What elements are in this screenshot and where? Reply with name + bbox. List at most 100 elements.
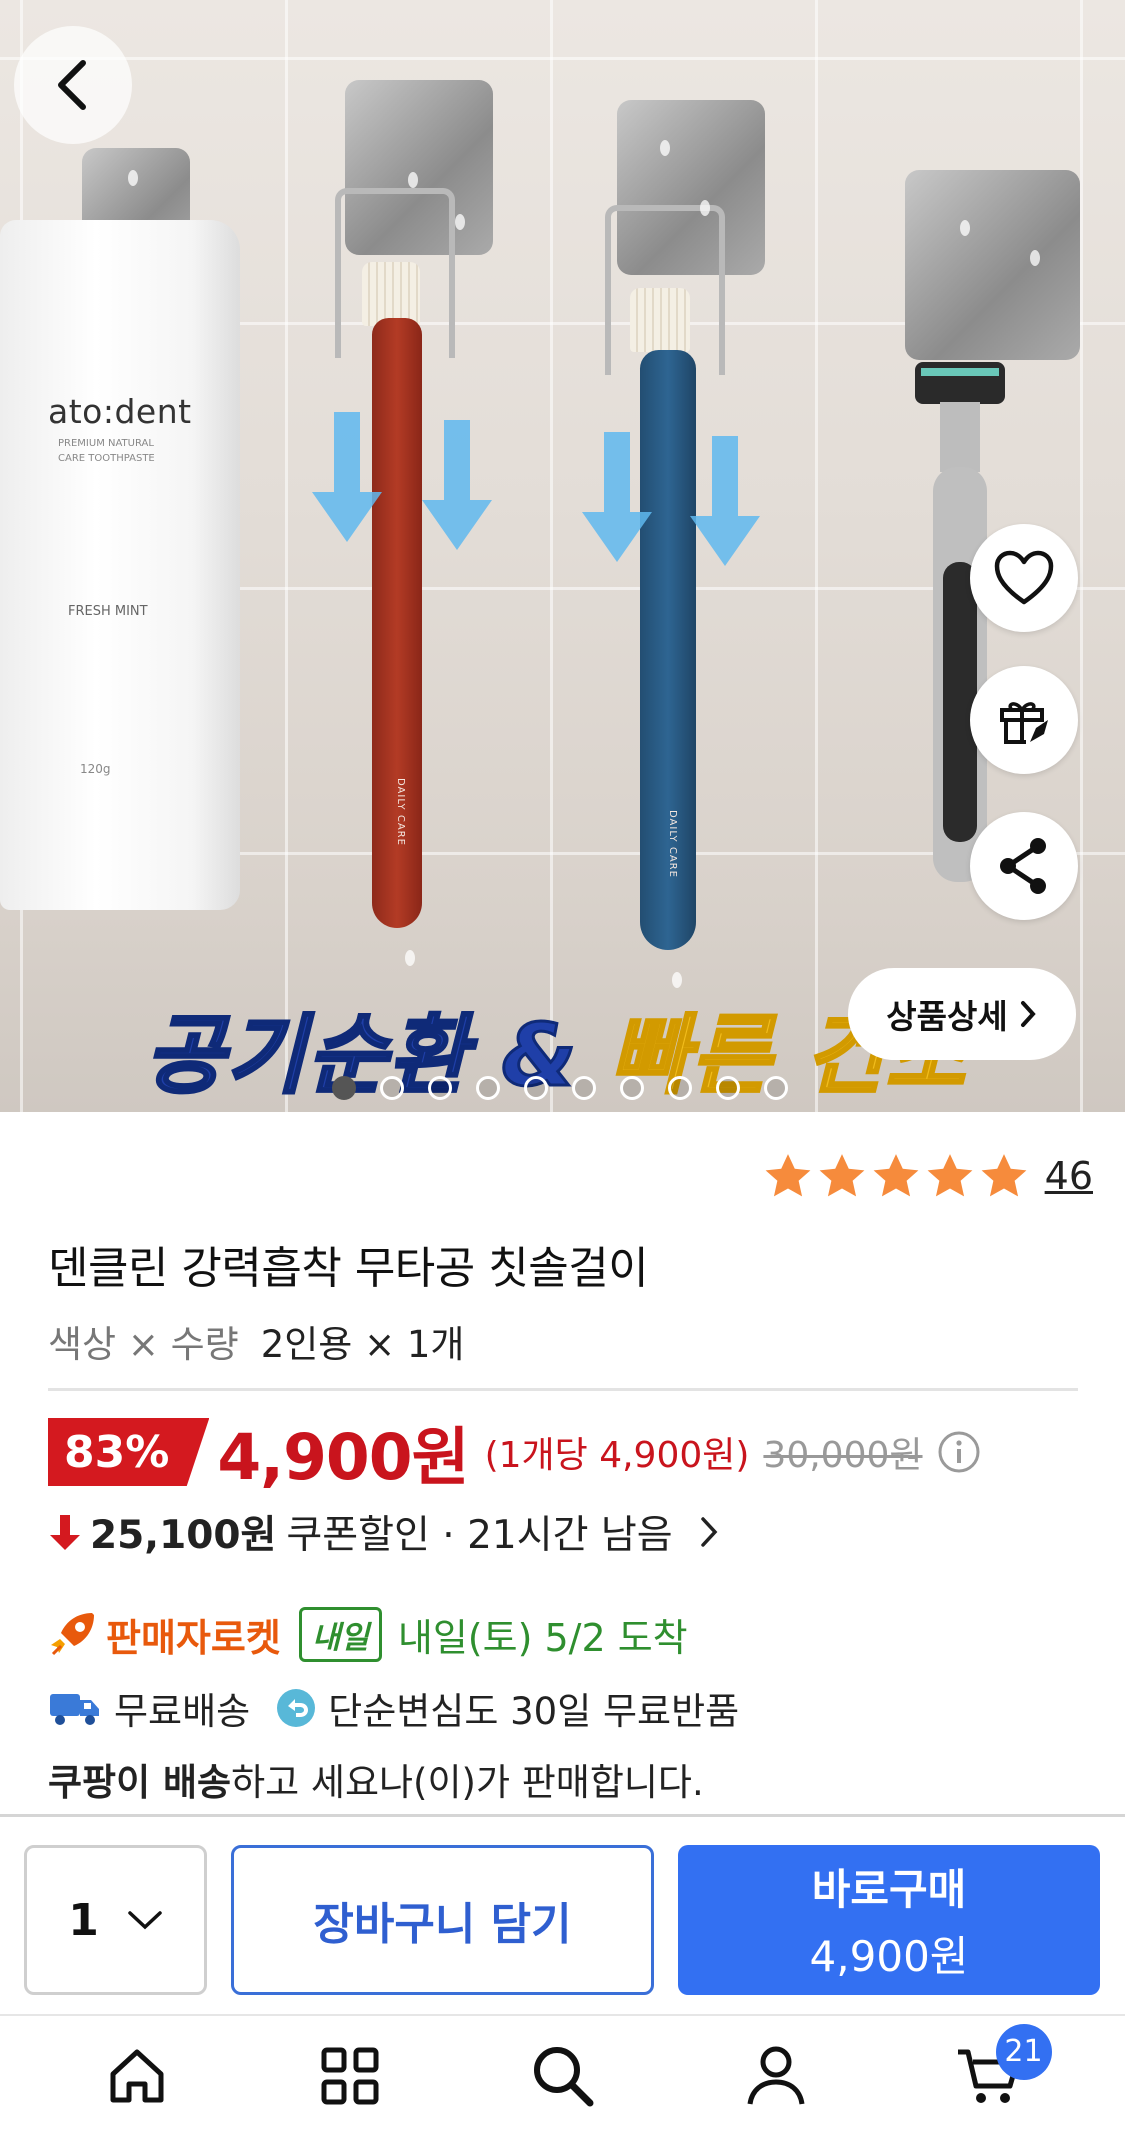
tab-cart[interactable]: 21: [934, 2023, 1052, 2126]
share-button[interactable]: [970, 812, 1078, 920]
info-icon[interactable]: [937, 1430, 981, 1474]
delivery-row: 판매자로켓 내일 내일(토) 5/2 도착: [48, 1604, 688, 1664]
wishlist-button[interactable]: [970, 524, 1078, 632]
user-icon: [747, 2046, 804, 2105]
option-label: 색상 × 수량: [48, 1323, 239, 1366]
chevron-down-icon: [128, 1911, 162, 1930]
water-drop: [405, 950, 415, 966]
tab-search[interactable]: [508, 2026, 618, 2126]
purchase-bar: 1 장바구니 담기 바로구매 4,900원: [0, 1814, 1125, 2016]
discount-badge: 83%: [48, 1418, 210, 1486]
razor: [915, 362, 1005, 882]
product-detail-label: 상품상세: [886, 997, 1008, 1036]
carousel-dot[interactable]: [668, 1076, 692, 1100]
gift-rocket-icon: [1000, 702, 1048, 744]
tab-home[interactable]: [82, 2026, 192, 2126]
bottom-tab-bar: 21: [0, 2018, 1125, 2133]
product-detail-button[interactable]: 상품상세: [848, 968, 1076, 1060]
adhesive-pad: [905, 170, 1080, 360]
rating[interactable]: 46: [763, 1152, 1093, 1200]
seller-rocket-label: 판매자로켓: [106, 1615, 281, 1660]
gift-button[interactable]: [970, 666, 1078, 774]
truck-icon: [50, 1694, 99, 1725]
water-drop: [408, 172, 418, 188]
review-count[interactable]: 46: [1045, 1154, 1093, 1198]
sale-price: 4,900원: [217, 1420, 469, 1494]
carousel-dot[interactable]: [476, 1076, 500, 1100]
buy-now-price: 4,900원: [809, 1932, 969, 1981]
tab-category[interactable]: [295, 2026, 405, 2126]
product-image-carousel[interactable]: ato:dent PREMIUM NATURAL CARE TOOTHPASTE…: [0, 0, 1125, 1112]
home-icon: [110, 2049, 163, 2102]
carousel-dot[interactable]: [332, 1076, 356, 1100]
buy-now-label: 바로구매: [811, 1865, 967, 1914]
tube-weight: 120g: [80, 762, 111, 776]
unit-price: (1개당 4,900원): [484, 1435, 750, 1476]
toothpaste-tube: [0, 220, 240, 910]
quantity-select[interactable]: 1: [24, 1845, 207, 1995]
down-arrow-icon: [690, 436, 760, 566]
category-icon: [321, 2047, 378, 2104]
water-drop: [128, 170, 138, 186]
option-selector[interactable]: 색상 × 수량 2인용 × 1개: [48, 1314, 464, 1368]
seller-info: 쿠팡이 배송하고 세요나(이)가 판매합니다.: [48, 1752, 704, 1806]
heart-icon: [994, 550, 1054, 605]
star-icon: [981, 1154, 1027, 1197]
divider: [48, 1388, 1078, 1391]
arrival-date: 내일(토) 5/2 도착: [397, 1615, 688, 1660]
free-return: 단순변심도 30일 무료반품: [328, 1690, 740, 1733]
tomorrow-badge: 내일: [298, 1606, 382, 1662]
chevron-right-icon: [700, 1517, 718, 1547]
carousel-dot[interactable]: [380, 1076, 404, 1100]
search-icon: [533, 2046, 593, 2106]
brush-label: DAILY CARE: [395, 778, 406, 846]
water-drop: [700, 200, 710, 216]
product-page: ato:dent PREMIUM NATURAL CARE TOOTHPASTE…: [0, 0, 1125, 2133]
original-price: 30,000원: [763, 1435, 923, 1476]
water-drop: [1030, 250, 1040, 266]
price-row: 83% 4,900원 (1개당 4,900원) 30,000원: [48, 1416, 981, 1494]
carousel-dot[interactable]: [524, 1076, 548, 1100]
star-rating: [763, 1152, 1029, 1200]
star-icon: [927, 1154, 973, 1197]
tube-brand: ato:dent: [48, 392, 192, 431]
down-arrow-icon: [422, 420, 492, 550]
benefits-row: 무료배송 단순변심도 30일 무료반품: [48, 1680, 739, 1736]
chevron-right-icon: [1020, 1001, 1036, 1027]
down-arrow-icon: [50, 1515, 80, 1550]
down-arrow-icon: [312, 412, 382, 542]
free-shipping: 무료배송: [114, 1690, 251, 1733]
carousel-dot[interactable]: [620, 1076, 644, 1100]
brush-label: DAILY CARE: [667, 810, 678, 878]
tube-subtitle: PREMIUM NATURAL CARE TOOTHPASTE: [58, 438, 155, 464]
brush-bristles: [630, 288, 690, 352]
cart-count-badge: 21: [995, 2023, 1052, 2080]
star-icon: [765, 1154, 811, 1197]
water-drop: [660, 140, 670, 156]
coupon-text: 쿠폰할인 · 21시간 남음: [286, 1513, 673, 1558]
tube-flavor: FRESH MINT: [68, 604, 148, 619]
carousel-dot[interactable]: [572, 1076, 596, 1100]
water-drop: [455, 214, 465, 230]
seller-bold: 쿠팡이 배송: [48, 1761, 232, 1804]
quantity-value: 1: [68, 1894, 99, 1946]
share-icon: [1000, 838, 1046, 894]
water-drop: [960, 220, 970, 236]
coupon-row[interactable]: 25,100원 쿠폰할인 · 21시간 남음: [48, 1504, 721, 1560]
buy-now-button[interactable]: 바로구매 4,900원: [678, 1845, 1100, 1995]
return-icon: [277, 1689, 316, 1727]
carousel-indicators: [332, 1076, 788, 1100]
star-icon: [873, 1154, 919, 1197]
back-button[interactable]: [14, 26, 132, 144]
add-to-cart-button[interactable]: 장바구니 담기: [231, 1845, 654, 1995]
carousel-dot[interactable]: [716, 1076, 740, 1100]
chevron-left-icon: [58, 60, 86, 110]
carousel-dot[interactable]: [428, 1076, 452, 1100]
carousel-dot[interactable]: [764, 1076, 788, 1100]
coupon-amount: 25,100원: [90, 1513, 277, 1558]
option-value: 2인용 × 1개: [260, 1323, 465, 1366]
star-icon: [819, 1154, 865, 1197]
down-arrow-icon: [582, 432, 652, 562]
tab-my-account[interactable]: [721, 2026, 831, 2126]
seller-rest: 하고 세요나(이)가 판매합니다.: [231, 1761, 704, 1804]
